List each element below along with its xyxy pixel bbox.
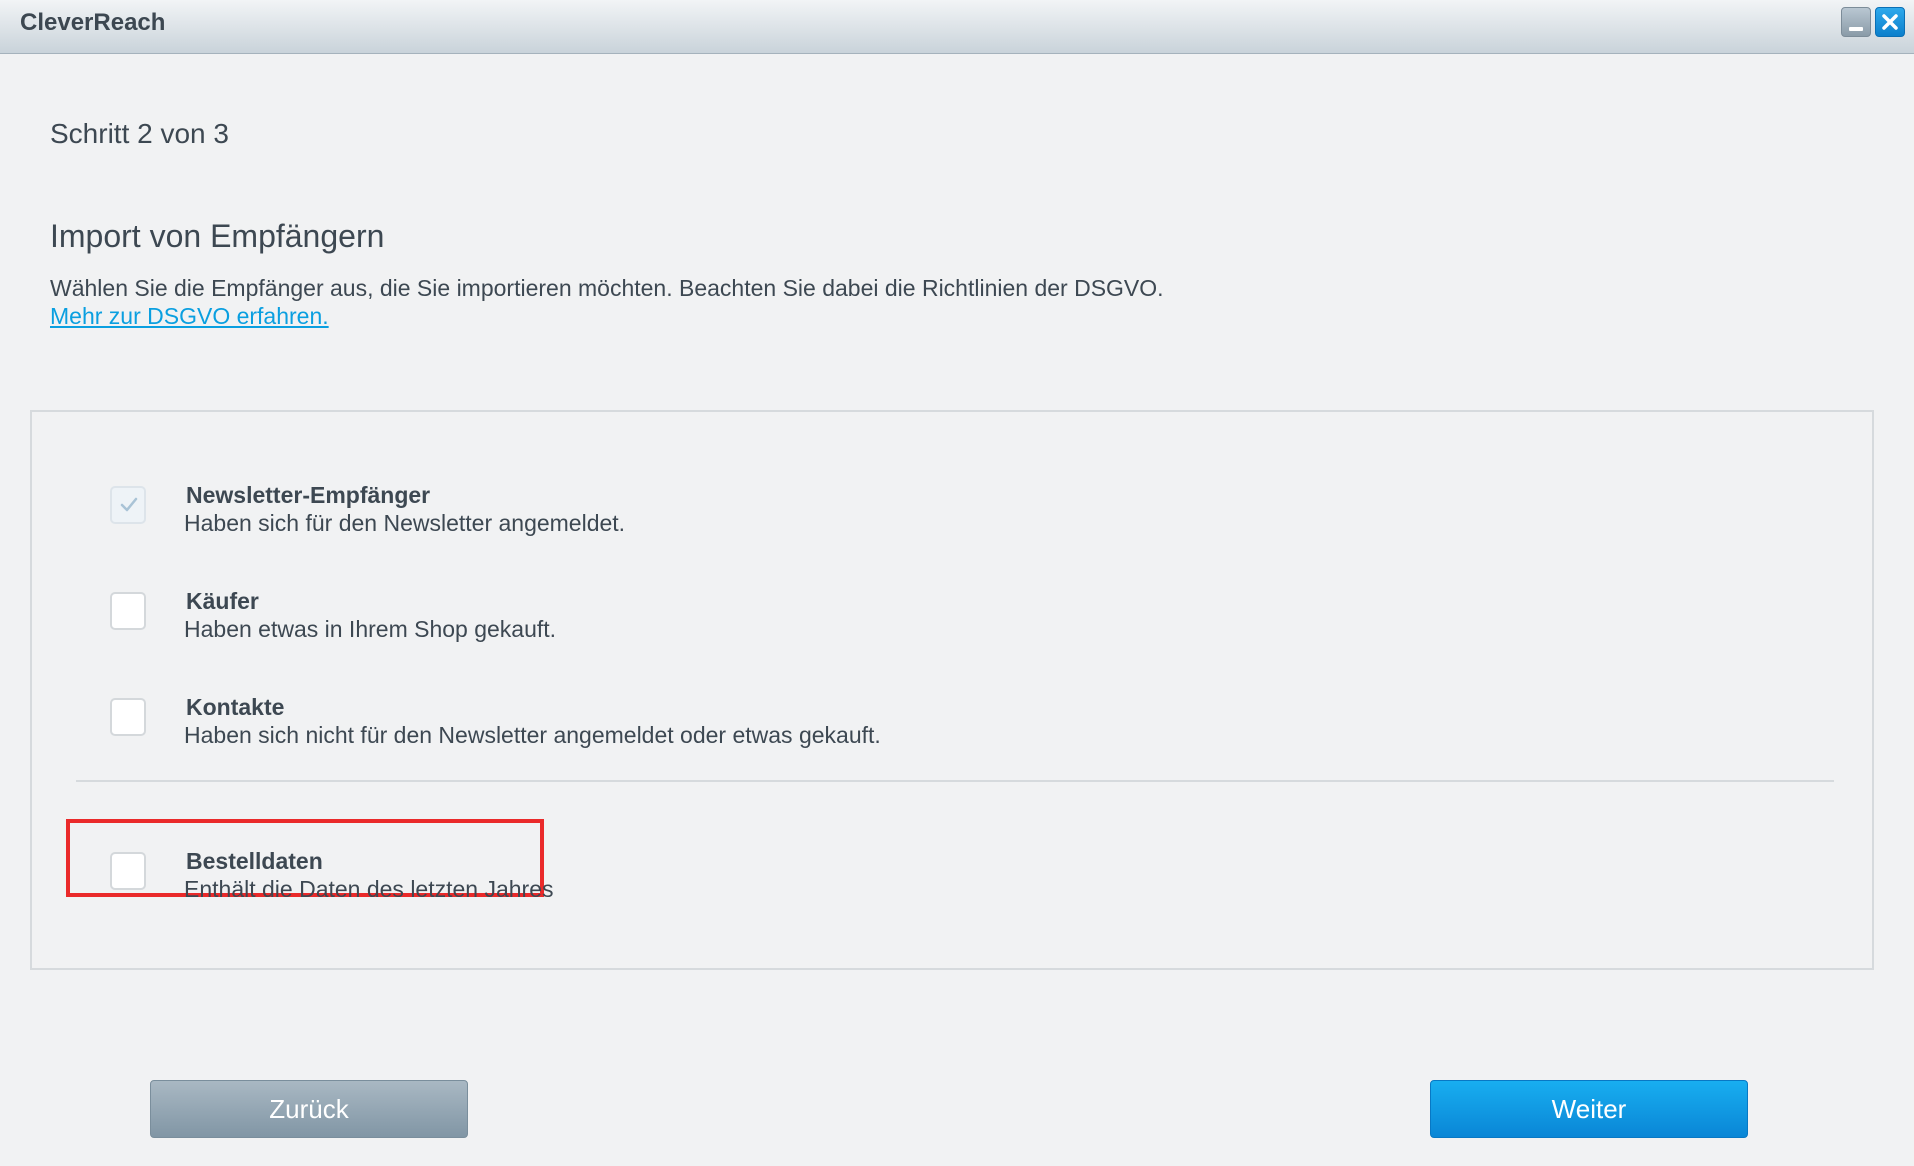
option-title: Kontakte [186, 694, 285, 720]
dsgvo-info-link[interactable]: Mehr zur DSGVO erfahren. [50, 303, 329, 330]
minimize-icon [1849, 27, 1863, 31]
contacts-checkbox[interactable] [110, 698, 146, 736]
options-divider [76, 780, 1834, 782]
option-description: Enthält die Daten des letzten Jahres [184, 876, 554, 902]
next-button[interactable]: Weiter [1430, 1080, 1748, 1138]
order-data-checkbox[interactable] [110, 852, 146, 890]
option-description: Haben etwas in Ihrem Shop gekauft. [184, 616, 557, 642]
app-title: CleverReach [20, 9, 166, 36]
option-description: Haben sich für den Newsletter angemeldet… [184, 510, 626, 536]
page-title: Import von Empfängern [50, 218, 385, 254]
title-bar: CleverReach [0, 0, 1914, 54]
close-icon [1882, 14, 1898, 30]
back-button[interactable]: Zurück [150, 1080, 468, 1138]
import-wizard-window: CleverReach Schritt 2 von 3 Import von E… [0, 0, 1914, 1166]
buyers-checkbox[interactable] [110, 592, 146, 630]
page-description: Wählen Sie die Empfänger aus, die Sie im… [50, 275, 1164, 301]
option-title: Newsletter-Empfänger [186, 482, 431, 508]
step-indicator: Schritt 2 von 3 [50, 118, 229, 149]
close-button[interactable] [1875, 7, 1905, 37]
option-title: Käufer [186, 588, 259, 614]
minimize-button[interactable] [1841, 7, 1871, 37]
recipient-options-panel: Newsletter-Empfänger Haben sich für den … [30, 410, 1874, 970]
checkmark-icon [120, 497, 138, 512]
option-description: Haben sich nicht für den Newsletter ange… [184, 722, 881, 748]
newsletter-recipients-checkbox[interactable] [110, 486, 146, 524]
option-title: Bestelldaten [186, 848, 323, 874]
